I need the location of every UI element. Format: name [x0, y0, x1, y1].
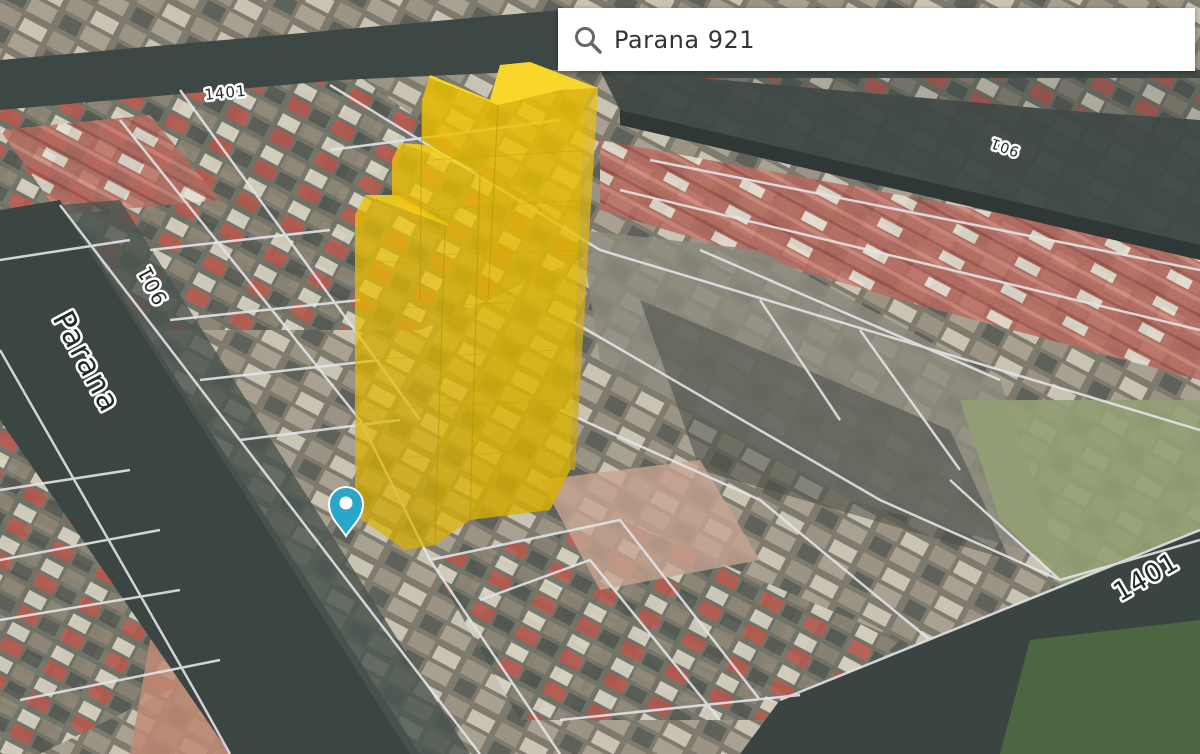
- satellite-map[interactable]: Parana 901 1401 1401 901: [0, 0, 1200, 754]
- map-view[interactable]: Parana 901 1401 1401 901: [0, 0, 1200, 754]
- search-input[interactable]: [612, 24, 1176, 55]
- building-tier-lower: [355, 195, 445, 550]
- search-icon[interactable]: [570, 22, 606, 58]
- trees: [1000, 620, 1200, 754]
- search-bar[interactable]: [558, 8, 1195, 71]
